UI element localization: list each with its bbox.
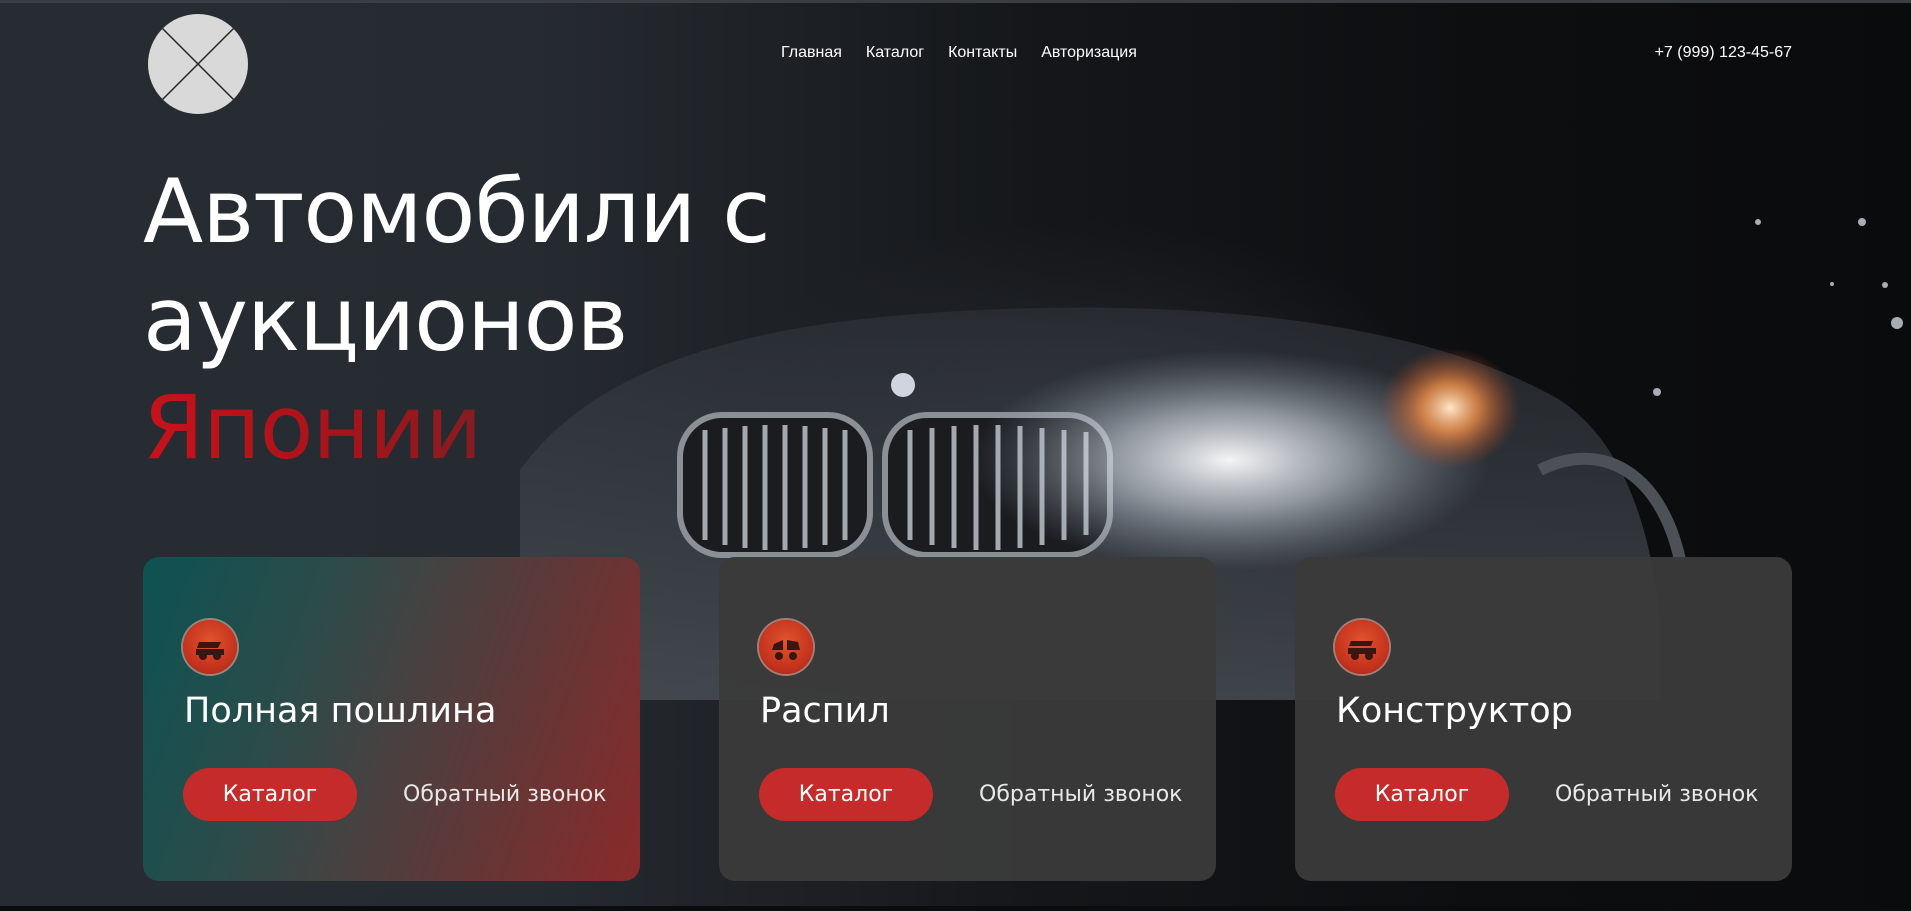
car-icon [1335,620,1389,674]
top-border [0,0,1911,3]
callback-link[interactable]: Обратный звонок [979,768,1182,821]
phone-number[interactable]: +7 (999) 123-45-67 [1655,44,1792,62]
nav-link-home[interactable]: Главная [781,44,842,62]
logo-placeholder[interactable] [148,14,248,114]
hero-line-2: аукционов [143,268,628,371]
catalog-button[interactable]: Каталог [183,768,357,821]
car-parts-icon [759,620,813,674]
catalog-button[interactable]: Каталог [759,768,933,821]
nav-link-catalog[interactable]: Каталог [866,44,924,62]
logo-cross-icon [161,27,235,101]
bottom-border [0,906,1911,911]
hero-line-1: Автомобили с [143,160,771,263]
hero-headline: Автомобили с аукционов Японии [143,158,771,482]
callback-link[interactable]: Обратный звонок [1555,768,1758,821]
nav-link-auth[interactable]: Авторизация [1041,44,1137,62]
card-title: Конструктор [1336,691,1573,731]
car-icon [183,620,237,674]
card-title: Полная пошлина [184,691,497,731]
card-constructor: Конструктор Каталог Обратный звонок [1295,557,1792,881]
card-title: Распил [760,691,890,731]
catalog-button[interactable]: Каталог [1335,768,1509,821]
callback-link[interactable]: Обратный звонок [403,768,606,821]
main-nav: Главная Каталог Контакты Авторизация [781,44,1161,62]
hero-accent: Японии [143,374,770,482]
card-full-duty: Полная пошлина Каталог Обратный звонок [143,557,640,881]
nav-link-contacts[interactable]: Контакты [948,44,1017,62]
card-cut: Распил Каталог Обратный звонок [719,557,1216,881]
